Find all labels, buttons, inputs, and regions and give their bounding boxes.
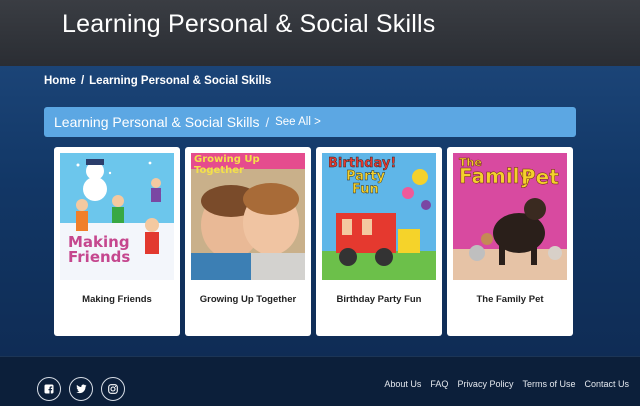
book-title-growing-up-together[interactable]: Growing Up Together bbox=[185, 294, 311, 305]
cover-title-line: Growing Up bbox=[194, 154, 260, 165]
breadcrumb-home-link[interactable]: Home bbox=[44, 75, 76, 87]
footer-links: About Us FAQ Privacy Policy Terms of Use… bbox=[384, 379, 629, 389]
book-cover-growing-up-together[interactable]: Growing Up Together bbox=[191, 153, 305, 280]
book-title-the-family-pet[interactable]: The Family Pet bbox=[447, 294, 573, 305]
book-card-making-friends[interactable]: Making Friends Making Friends bbox=[54, 147, 180, 336]
cover-title-the-family-pet: The Family Pet bbox=[459, 157, 559, 188]
footer-link-faq[interactable]: FAQ bbox=[430, 379, 448, 389]
twitter-icon[interactable] bbox=[69, 377, 93, 401]
book-cover-the-family-pet[interactable]: The Family Pet bbox=[453, 153, 567, 280]
section-separator: / bbox=[265, 114, 270, 130]
cover-title-line: Together bbox=[194, 165, 244, 176]
breadcrumb: Home / Learning Personal & Social Skills bbox=[44, 75, 271, 87]
footer-link-privacy-policy[interactable]: Privacy Policy bbox=[457, 379, 513, 389]
footer-link-about-us[interactable]: About Us bbox=[384, 379, 421, 389]
instagram-icon[interactable] bbox=[101, 377, 125, 401]
footer-link-terms-of-use[interactable]: Terms of Use bbox=[522, 379, 575, 389]
cover-title-line: Fun bbox=[352, 182, 379, 197]
cover-title-growing-up-together: Growing Up Together bbox=[194, 154, 260, 176]
facebook-icon[interactable] bbox=[37, 377, 61, 401]
see-all-link[interactable]: See All > bbox=[275, 116, 321, 128]
book-card-growing-up-together[interactable]: Growing Up Together Growing Up Together bbox=[185, 147, 311, 336]
section-header-bar: Learning Personal & Social Skills / See … bbox=[44, 107, 576, 137]
book-title-making-friends[interactable]: Making Friends bbox=[54, 294, 180, 305]
book-cover-making-friends[interactable]: Making Friends bbox=[60, 153, 174, 280]
cover-title-birthday-party-fun: Birthday! Party Fun bbox=[328, 157, 397, 197]
book-cover-birthday-party-fun[interactable]: Birthday! Party Fun bbox=[322, 153, 436, 280]
book-card-birthday-party-fun[interactable]: Birthday! Party Fun Birthday Party Fun bbox=[316, 147, 442, 336]
cover-title-line: Friends bbox=[68, 248, 131, 266]
breadcrumb-separator: / bbox=[80, 75, 85, 87]
footer: About Us FAQ Privacy Policy Terms of Use… bbox=[0, 356, 640, 406]
breadcrumb-current: Learning Personal & Social Skills bbox=[89, 75, 272, 87]
cover-title-making-friends: Making Friends bbox=[68, 235, 130, 265]
book-title-birthday-party-fun[interactable]: Birthday Party Fun bbox=[316, 294, 442, 305]
section-title: Learning Personal & Social Skills bbox=[54, 114, 260, 130]
cover-title-line: Pet bbox=[521, 165, 559, 189]
page-title: Learning Personal & Social Skills bbox=[62, 10, 436, 38]
top-header: Learning Personal & Social Skills bbox=[0, 0, 640, 66]
book-list: Making Friends Making Friends Growing Up… bbox=[54, 147, 573, 336]
footer-link-contact-us[interactable]: Contact Us bbox=[584, 379, 629, 389]
social-links bbox=[37, 377, 125, 401]
book-card-the-family-pet[interactable]: The Family Pet The Family Pet bbox=[447, 147, 573, 336]
